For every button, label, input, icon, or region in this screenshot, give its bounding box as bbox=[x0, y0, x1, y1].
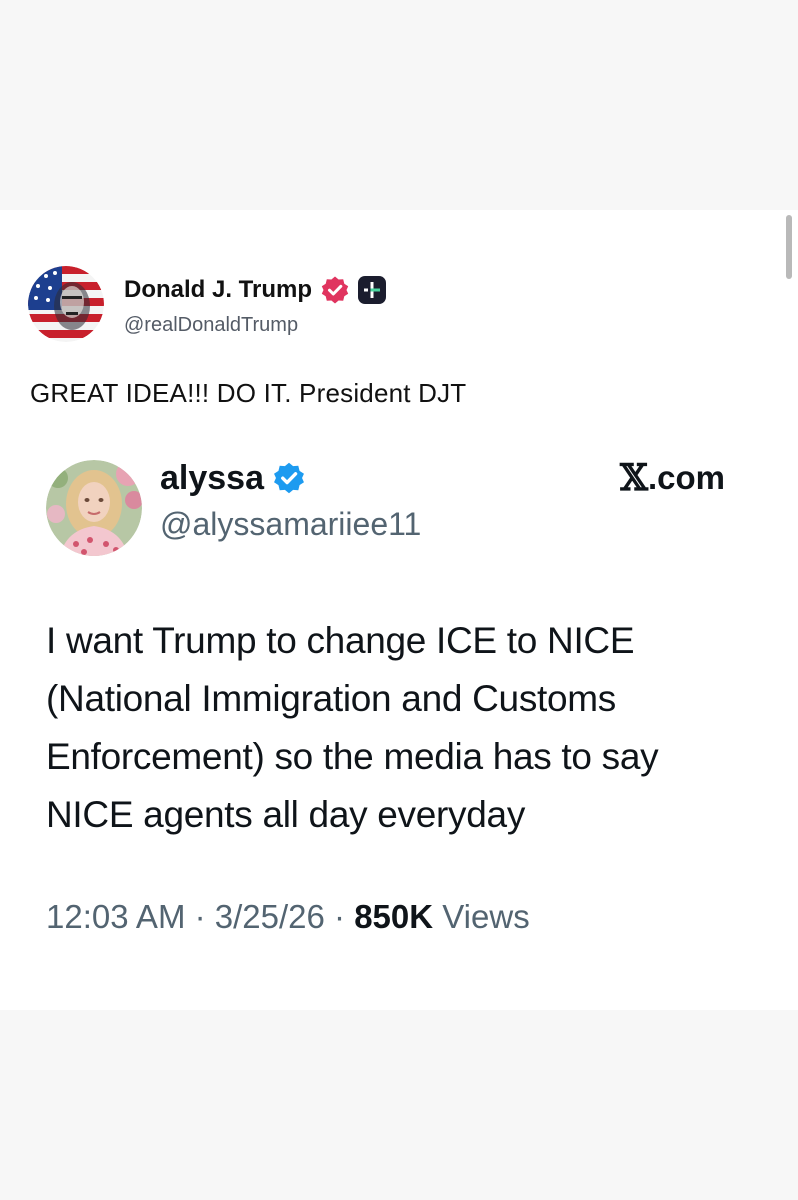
truth-social-logo-icon bbox=[358, 276, 387, 304]
author-name[interactable]: Donald J. Trump bbox=[124, 276, 312, 304]
embedded-author-name[interactable]: alyssa bbox=[160, 459, 264, 498]
x-brand-label: 𝕏 .com bbox=[620, 456, 725, 500]
post-card bbox=[0, 210, 798, 1010]
verified-badge-icon bbox=[321, 276, 349, 304]
post-text: GREAT IDEA!!! DO IT. President DJT bbox=[30, 378, 467, 408]
author-handle[interactable]: @realDonaldTrump bbox=[124, 314, 298, 337]
embedded-author-handle[interactable]: @alyssamariiee11 bbox=[160, 506, 421, 543]
embedded-post-line: NICE agents all day everyday bbox=[46, 794, 526, 835]
embedded-post-line: Enforcement) so the media has to say bbox=[46, 736, 659, 777]
embedded-post-text: I want Trump to change ICE to NICE (Nati… bbox=[46, 612, 776, 844]
avatar[interactable] bbox=[28, 266, 104, 342]
scrollbar[interactable] bbox=[786, 215, 792, 279]
top-blank-area bbox=[0, 0, 798, 210]
embedded-post-line: I want Trump to change ICE to NICE bbox=[46, 620, 635, 661]
embedded-post-line: (National Immigration and Customs bbox=[46, 678, 616, 719]
bottom-blank-area bbox=[0, 1010, 798, 1200]
embedded-avatar[interactable] bbox=[46, 460, 142, 556]
meta-separator: · bbox=[324, 898, 355, 935]
post-date[interactable]: 3/25/26 bbox=[215, 898, 325, 936]
verified-badge-icon bbox=[274, 462, 304, 494]
post-time[interactable]: 12:03 AM bbox=[46, 898, 185, 936]
views-count[interactable]: 850K bbox=[354, 898, 433, 936]
views-label: Views bbox=[433, 898, 530, 935]
x-logo-icon: 𝕏 bbox=[620, 457, 648, 499]
x-brand-suffix: .com bbox=[647, 459, 725, 496]
post-meta: 12:03 AM · 3/25/26 · 850K Views bbox=[46, 892, 530, 942]
meta-separator: · bbox=[185, 898, 215, 935]
